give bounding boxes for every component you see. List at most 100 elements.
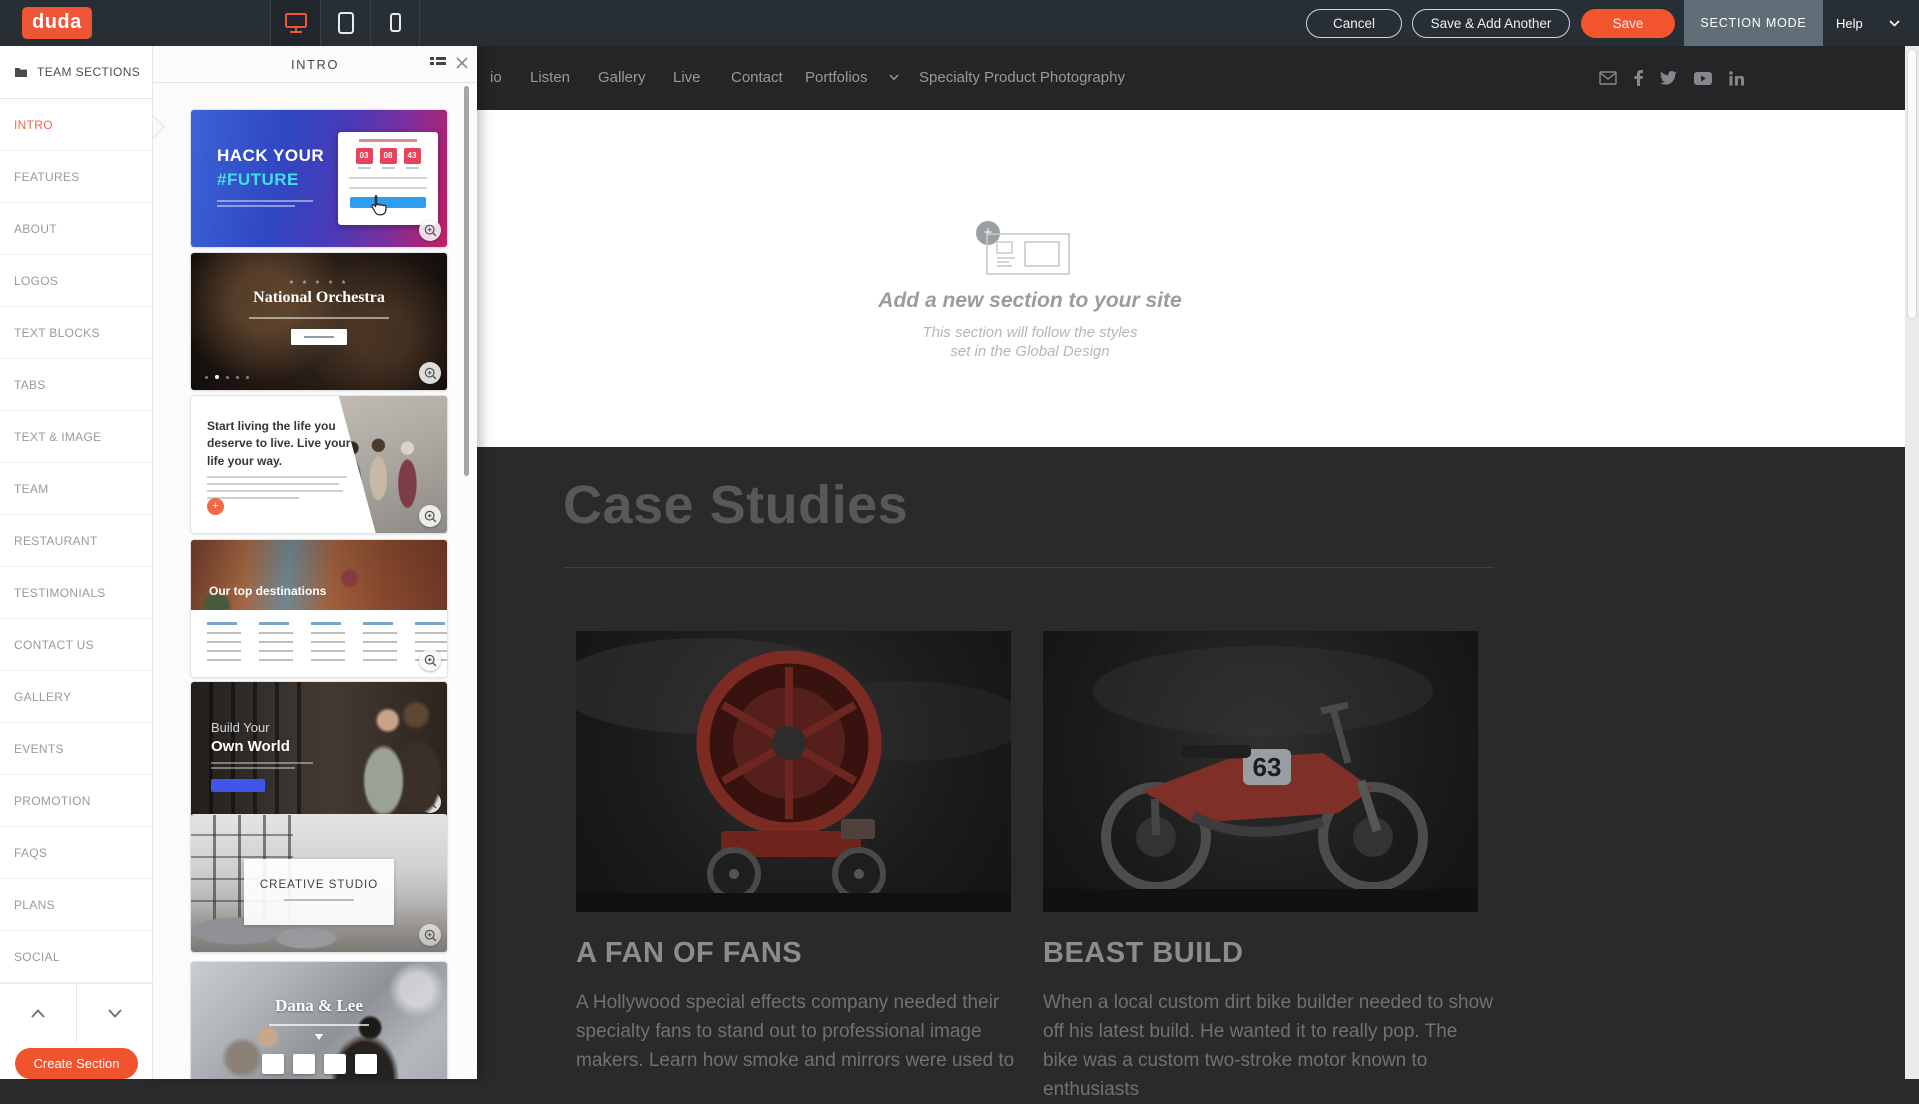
thumbnail-art bbox=[269, 1024, 369, 1026]
site-nav-link-specialty[interactable]: Specialty Product Photography bbox=[919, 46, 1125, 110]
save-button[interactable]: Save bbox=[1581, 9, 1675, 38]
case-study-body: When a local custom dirt bike builder ne… bbox=[1043, 988, 1493, 1104]
case-studies-heading: Case Studies bbox=[563, 474, 908, 536]
template-heading: Our top destinations bbox=[209, 584, 326, 598]
sidebar-item-plans[interactable]: PLANS bbox=[0, 879, 152, 931]
thumbnail-art: CREATIVE STUDIO bbox=[244, 859, 394, 925]
site-navbar: io Listen Gallery Live Contact Portfolio… bbox=[477, 46, 1919, 110]
desktop-preview-button[interactable] bbox=[270, 0, 320, 46]
case-study-body: A Hollywood special effects company need… bbox=[576, 988, 1026, 1075]
folder-icon bbox=[14, 66, 28, 78]
panel-pointer-arrow bbox=[153, 114, 165, 139]
thumbnail-art bbox=[191, 540, 447, 610]
sidebar-item-tabs[interactable]: TABS bbox=[0, 359, 152, 411]
sidebar-item-text-image[interactable]: TEXT & IMAGE bbox=[0, 411, 152, 463]
sidebar-item-faqs[interactable]: FAQS bbox=[0, 827, 152, 879]
page-scrollbar[interactable] bbox=[1905, 46, 1919, 1079]
thumbnail-art bbox=[211, 762, 313, 764]
thumbnail-art bbox=[217, 200, 313, 202]
youtube-icon[interactable] bbox=[1694, 72, 1712, 85]
template-national-orchestra[interactable]: ★ ★ ★ ★ ★ National Orchestra bbox=[191, 253, 447, 390]
site-nav-link-listen[interactable]: Listen bbox=[530, 46, 570, 110]
template-dana-and-lee[interactable]: Dana & Lee bbox=[191, 962, 447, 1079]
tablet-icon bbox=[336, 11, 356, 35]
sidebar-item-contact-us[interactable]: CONTACT US bbox=[0, 619, 152, 671]
sidebar-item-about[interactable]: ABOUT bbox=[0, 203, 152, 255]
site-preview: io Listen Gallery Live Contact Portfolio… bbox=[477, 46, 1919, 1079]
zoom-preview-icon[interactable] bbox=[419, 219, 441, 241]
scroll-up-button[interactable] bbox=[0, 984, 77, 1043]
thumbnail-art bbox=[217, 205, 295, 207]
countdown-art bbox=[191, 1054, 447, 1074]
mobile-preview-button[interactable] bbox=[370, 0, 420, 46]
zoom-preview-icon[interactable] bbox=[419, 649, 441, 671]
scroll-down-button[interactable] bbox=[77, 984, 153, 1043]
sidebar-item-gallery[interactable]: GALLERY bbox=[0, 671, 152, 723]
template-heading: Start living the life you deserve to liv… bbox=[207, 418, 365, 470]
template-heading: Dana & Lee bbox=[191, 996, 447, 1016]
zoom-preview-icon[interactable] bbox=[419, 362, 441, 384]
zoom-preview-icon[interactable] bbox=[419, 924, 441, 946]
sidebar-item-restaurant[interactable]: RESTAURANT bbox=[0, 515, 152, 567]
create-section-button[interactable]: Create Section bbox=[15, 1048, 138, 1079]
sidebar-header-label: TEAM SECTIONS bbox=[37, 65, 140, 79]
zoom-preview-icon[interactable] bbox=[419, 791, 441, 813]
site-nav-link[interactable]: io bbox=[490, 46, 502, 110]
template-top-destinations[interactable]: Our top destinations bbox=[191, 540, 447, 677]
save-add-another-button[interactable]: Save & Add Another bbox=[1412, 9, 1570, 38]
template-creative-studio[interactable]: CREATIVE STUDIO bbox=[191, 815, 447, 952]
sidebar-item-promotion[interactable]: PROMOTION bbox=[0, 775, 152, 827]
linkedin-icon[interactable] bbox=[1729, 71, 1744, 86]
close-panel-icon[interactable] bbox=[455, 56, 469, 75]
panel-title: INTRO bbox=[153, 46, 477, 83]
zoom-preview-icon[interactable] bbox=[419, 505, 441, 527]
layout-toggle-icon[interactable] bbox=[430, 56, 446, 75]
site-nav-link-gallery[interactable]: Gallery bbox=[598, 46, 646, 110]
case-study-image-bike: 63 bbox=[1043, 631, 1478, 912]
sections-sidebar: TEAM SECTIONS INTRO FEATURES ABOUT LOGOS… bbox=[0, 46, 153, 1079]
thumbnail-art bbox=[207, 622, 447, 661]
template-heading: HACK YOUR bbox=[217, 146, 324, 166]
device-switcher bbox=[270, 0, 420, 46]
chevron-down-icon bbox=[108, 1009, 122, 1018]
sidebar-header: TEAM SECTIONS bbox=[0, 46, 152, 99]
tablet-preview-button[interactable] bbox=[320, 0, 370, 46]
site-nav-link-live[interactable]: Live bbox=[673, 46, 701, 110]
help-menu[interactable]: Help bbox=[1836, 0, 1900, 46]
case-study-title: A FAN OF FANS bbox=[576, 937, 802, 970]
thumbnail-art: + bbox=[207, 498, 224, 515]
duda-logo[interactable]: duda bbox=[22, 7, 92, 39]
thumbnail-art bbox=[249, 317, 389, 319]
add-section-dropzone[interactable]: + Add a new section to your site This se… bbox=[477, 110, 1919, 447]
carousel-dots bbox=[205, 375, 249, 379]
template-live-your-way[interactable]: Start living the life you deserve to liv… bbox=[191, 396, 447, 533]
site-nav-link-contact[interactable]: Contact bbox=[731, 46, 783, 110]
top-toolbar: duda Cancel Save & Add Another Save SECT… bbox=[0, 0, 1919, 46]
template-heading: #FUTURE bbox=[217, 170, 299, 190]
template-heading: Build Your bbox=[211, 720, 270, 735]
sidebar-item-intro[interactable]: INTRO bbox=[0, 99, 152, 151]
case-study-image-fan bbox=[576, 631, 1011, 912]
thumbnail-art bbox=[211, 767, 295, 769]
site-nav-link-portfolios[interactable]: Portfolios bbox=[805, 46, 868, 110]
thumbnail-art bbox=[211, 779, 265, 792]
facebook-icon[interactable] bbox=[1634, 70, 1643, 86]
page-scrollbar-thumb[interactable] bbox=[1907, 49, 1917, 319]
sidebar-item-testimonials[interactable]: TESTIMONIALS bbox=[0, 567, 152, 619]
twitter-icon[interactable] bbox=[1660, 71, 1677, 85]
divider bbox=[563, 567, 1494, 568]
sidebar-item-events[interactable]: EVENTS bbox=[0, 723, 152, 775]
panel-scrollbar[interactable] bbox=[464, 86, 469, 476]
template-build-your-own-world[interactable]: Build Your Own World bbox=[191, 682, 447, 819]
sidebar-item-logos[interactable]: LOGOS bbox=[0, 255, 152, 307]
sidebar-item-social[interactable]: SOCIAL bbox=[0, 931, 152, 983]
sidebar-item-team[interactable]: TEAM bbox=[0, 463, 152, 515]
cancel-button[interactable]: Cancel bbox=[1306, 9, 1402, 38]
sidebar-item-features[interactable]: FEATURES bbox=[0, 151, 152, 203]
chevron-down-icon bbox=[889, 74, 899, 81]
intro-templates-panel: INTRO HACK YOUR #FUTURE 03 08 43 bbox=[153, 46, 477, 1079]
sidebar-scroll-controls bbox=[0, 983, 153, 1043]
sidebar-item-text-blocks[interactable]: TEXT BLOCKS bbox=[0, 307, 152, 359]
mail-icon[interactable] bbox=[1599, 71, 1617, 85]
template-hack-your-future[interactable]: HACK YOUR #FUTURE 03 08 43 bbox=[191, 110, 447, 247]
